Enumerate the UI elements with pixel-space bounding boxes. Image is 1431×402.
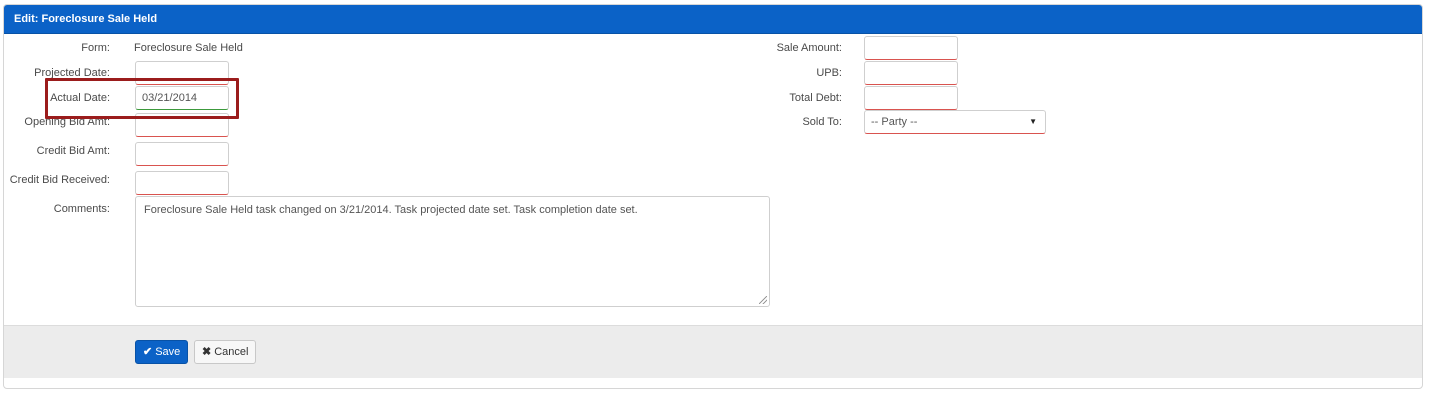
- credit-bid-received-input[interactable]: [135, 171, 229, 195]
- sold-to-label: Sold To:: [802, 116, 842, 128]
- sale-amount-input[interactable]: [864, 36, 958, 60]
- sold-to-select[interactable]: -- Party -- ▼: [864, 110, 1046, 134]
- credit-bid-received-label: Credit Bid Received:: [9, 174, 110, 186]
- checkmark-icon: ✔: [143, 346, 153, 358]
- credit-bid-label: Credit Bid Amt:: [36, 145, 110, 157]
- cancel-button-label: Cancel: [214, 346, 249, 358]
- sale-amount-label: Sale Amount:: [776, 42, 842, 54]
- edit-panel: Edit: Foreclosure Sale Held Form: Forecl…: [3, 4, 1423, 389]
- x-icon: ✖: [202, 346, 212, 358]
- panel-title: Edit: Foreclosure Sale Held: [4, 5, 1422, 34]
- comments-textarea[interactable]: Foreclosure Sale Held task changed on 3/…: [135, 196, 770, 307]
- upb-input[interactable]: [864, 61, 958, 85]
- comments-text: Foreclosure Sale Held task changed on 3/…: [144, 204, 638, 216]
- caret-down-icon: ▼: [1029, 117, 1037, 126]
- upb-label: UPB:: [816, 67, 842, 79]
- save-button[interactable]: ✔ Save: [135, 340, 189, 364]
- comments-label: Comments:: [53, 203, 110, 215]
- form-footer: ✔ Save ✖ Cancel: [4, 325, 1422, 378]
- total-debt-label: Total Debt:: [789, 92, 842, 104]
- sold-to-selected: -- Party --: [871, 116, 918, 128]
- total-debt-input[interactable]: [864, 86, 958, 110]
- cancel-button[interactable]: ✖ Cancel: [194, 340, 257, 364]
- save-button-label: Save: [155, 346, 181, 358]
- resize-handle-icon[interactable]: [759, 296, 767, 304]
- credit-bid-input[interactable]: [135, 142, 229, 166]
